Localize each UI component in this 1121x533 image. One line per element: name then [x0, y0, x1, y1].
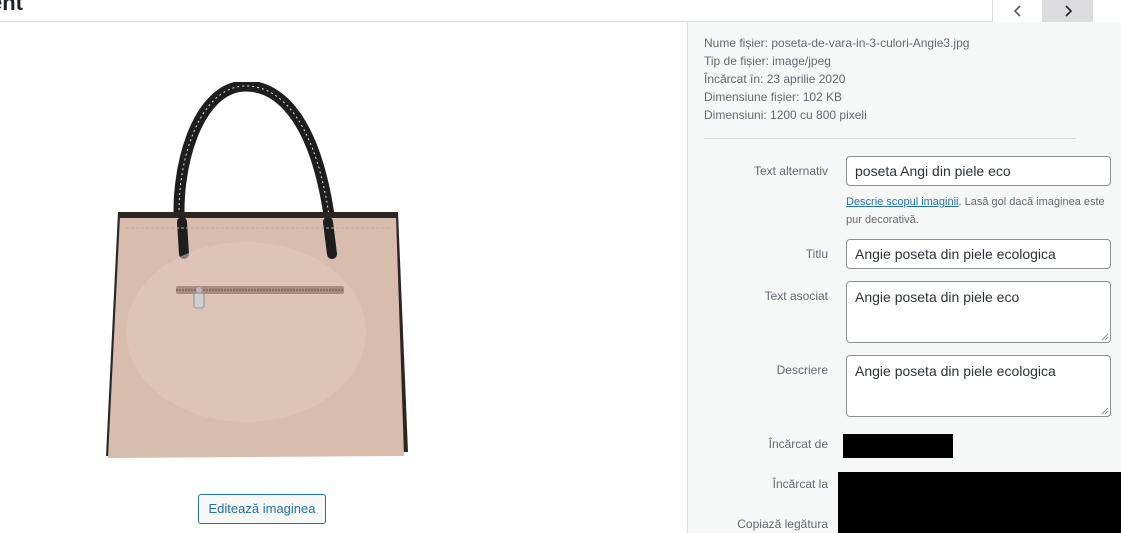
edit-image-button[interactable]: Editează imaginea [198, 494, 326, 524]
uploaded-by-value-redacted [843, 434, 953, 458]
resize-handle-icon[interactable] [1100, 406, 1109, 415]
alt-text-help: Descrie scopul imaginii. Lasă gol dacă i… [846, 193, 1111, 229]
uploaded-to-label: Încărcat la [772, 477, 828, 491]
divider [704, 138, 1076, 139]
caption-label: Text asociat [764, 289, 828, 303]
chevron-left-icon [1013, 5, 1021, 17]
alt-text-help-link[interactable]: Descrie scopul imaginii [846, 196, 959, 208]
description-label: Descriere [776, 363, 828, 377]
file-dimensions: Dimensiuni: 1200 cu 800 pixeli [704, 108, 867, 122]
uploaded-by-label: Încărcat de [768, 437, 828, 451]
close-button[interactable] [1092, 0, 1121, 22]
modal-title: ent [0, 0, 23, 15]
file-info: Nume fișier: poseta-de-vara-in-3-culori-… [704, 34, 969, 124]
file-type: Tip de fișier: image/jpeg [704, 54, 831, 68]
copy-link-label: Copiază legătura [737, 517, 828, 531]
next-button[interactable] [1042, 0, 1092, 22]
title-label: Titlu [805, 247, 828, 261]
previous-button[interactable] [992, 0, 1042, 22]
caption-textarea[interactable]: Angie poseta din piele eco [846, 281, 1111, 343]
media-preview: Editează imaginea [0, 22, 687, 533]
alt-text-input[interactable]: poseta Angi din piele eco [846, 156, 1111, 186]
chevron-right-icon [1064, 5, 1072, 17]
title-input[interactable]: Angie poseta din piele ecologica [846, 239, 1111, 269]
file-uploaded-date: Încărcat în: 23 aprilie 2020 [704, 72, 846, 86]
uploaded-to-value-redacted [838, 472, 1121, 533]
bag-image [106, 82, 408, 458]
modal-header: ent [0, 0, 1121, 22]
description-value: Angie poseta din piele ecologica [855, 363, 1056, 379]
resize-handle-icon[interactable] [1100, 332, 1109, 341]
alt-text-label: Text alternativ [753, 164, 828, 178]
caption-value: Angie poseta din piele eco [855, 289, 1020, 305]
attachment-details-sidebar: Nume fișier: poseta-de-vara-in-3-culori-… [687, 22, 1121, 533]
file-size: Dimensiune fișier: 102 KB [704, 90, 843, 104]
file-name: Nume fișier: poseta-de-vara-in-3-culori-… [704, 36, 970, 50]
description-textarea[interactable]: Angie poseta din piele ecologica [846, 355, 1111, 417]
